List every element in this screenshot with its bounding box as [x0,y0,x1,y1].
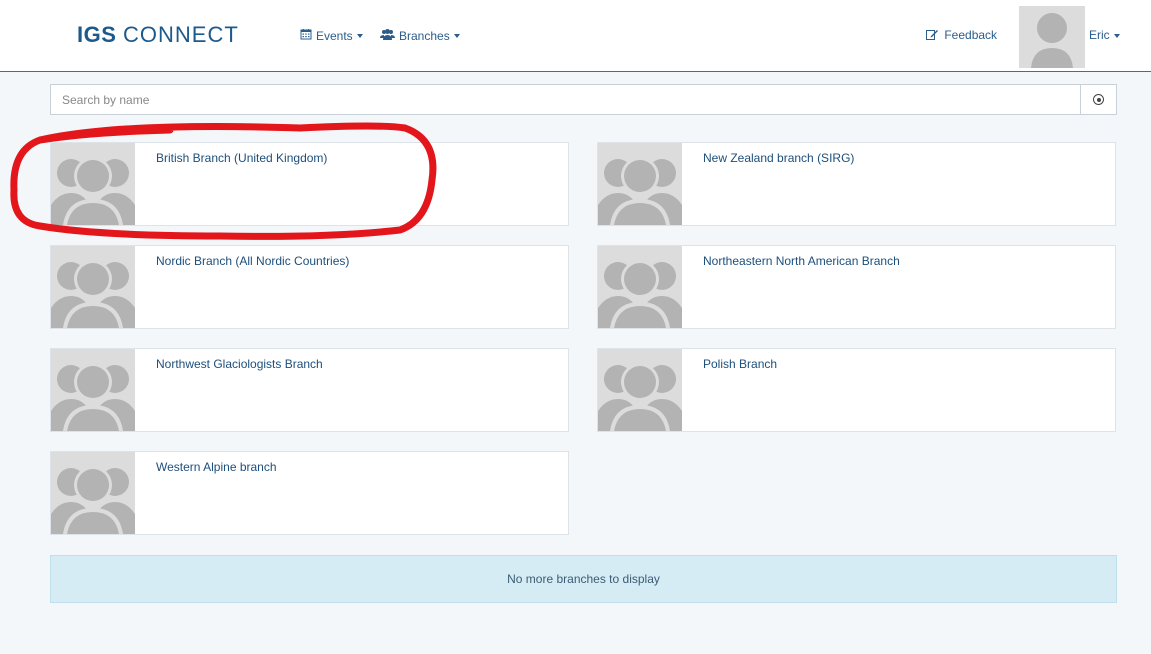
branch-name[interactable]: Nordic Branch (All Nordic Countries) [156,254,349,268]
branch-card[interactable]: New Zealand branch (SIRG) [597,142,1116,226]
branch-card[interactable]: Northwest Glaciologists Branch [50,348,569,432]
logo-igs: IGS [77,22,117,47]
chevron-down-icon [356,33,363,38]
branch-group-icon [598,349,682,431]
branch-card[interactable]: Western Alpine branch [50,451,569,535]
branch-card[interactable]: Nordic Branch (All Nordic Countries) [50,245,569,329]
no-more-branches-notice: No more branches to display [50,555,1117,603]
calendar-icon [300,28,312,43]
branch-group-icon [598,143,682,225]
nav-branches-menu[interactable]: Branches [380,28,460,43]
branch-group-icon [51,452,135,534]
user-menu[interactable]: Eric [1089,28,1120,42]
nav-branches-label: Branches [399,28,450,43]
branch-group-icon [51,246,135,328]
nav-events-menu[interactable]: Events [300,28,363,43]
user-name: Eric [1089,28,1110,42]
search-input[interactable] [50,84,1081,115]
branch-name[interactable]: Western Alpine branch [156,460,277,474]
branch-name[interactable]: Northeastern North American Branch [703,254,900,268]
branch-name[interactable]: British Branch (United Kingdom) [156,151,327,165]
branch-name[interactable]: Northwest Glaciologists Branch [156,357,323,371]
branch-card[interactable]: Polish Branch [597,348,1116,432]
user-avatar[interactable] [1019,6,1085,68]
feedback-link[interactable]: Feedback [926,28,997,42]
branch-card[interactable]: Northeastern North American Branch [597,245,1116,329]
search-bar [50,84,1117,115]
branch-group-icon [51,349,135,431]
branch-group-icon [598,246,682,328]
chevron-down-icon [453,33,460,38]
logo-connect: CONNECT [123,22,239,47]
users-icon [380,28,395,43]
nav-events-label: Events [316,28,353,43]
branch-name[interactable]: Polish Branch [703,357,777,371]
chevron-down-icon [1113,33,1120,38]
feedback-label: Feedback [944,28,998,42]
clear-search-button[interactable] [1081,84,1117,115]
clear-icon [1093,94,1104,105]
branch-group-icon [51,143,135,225]
edit-icon [926,28,944,42]
app-logo[interactable]: IGS CONNECT [77,22,239,48]
branch-name[interactable]: New Zealand branch (SIRG) [703,151,854,165]
branch-card[interactable]: British Branch (United Kingdom) [50,142,569,226]
top-navbar: IGS CONNECT Events Branches Feedback Eri… [0,0,1151,72]
